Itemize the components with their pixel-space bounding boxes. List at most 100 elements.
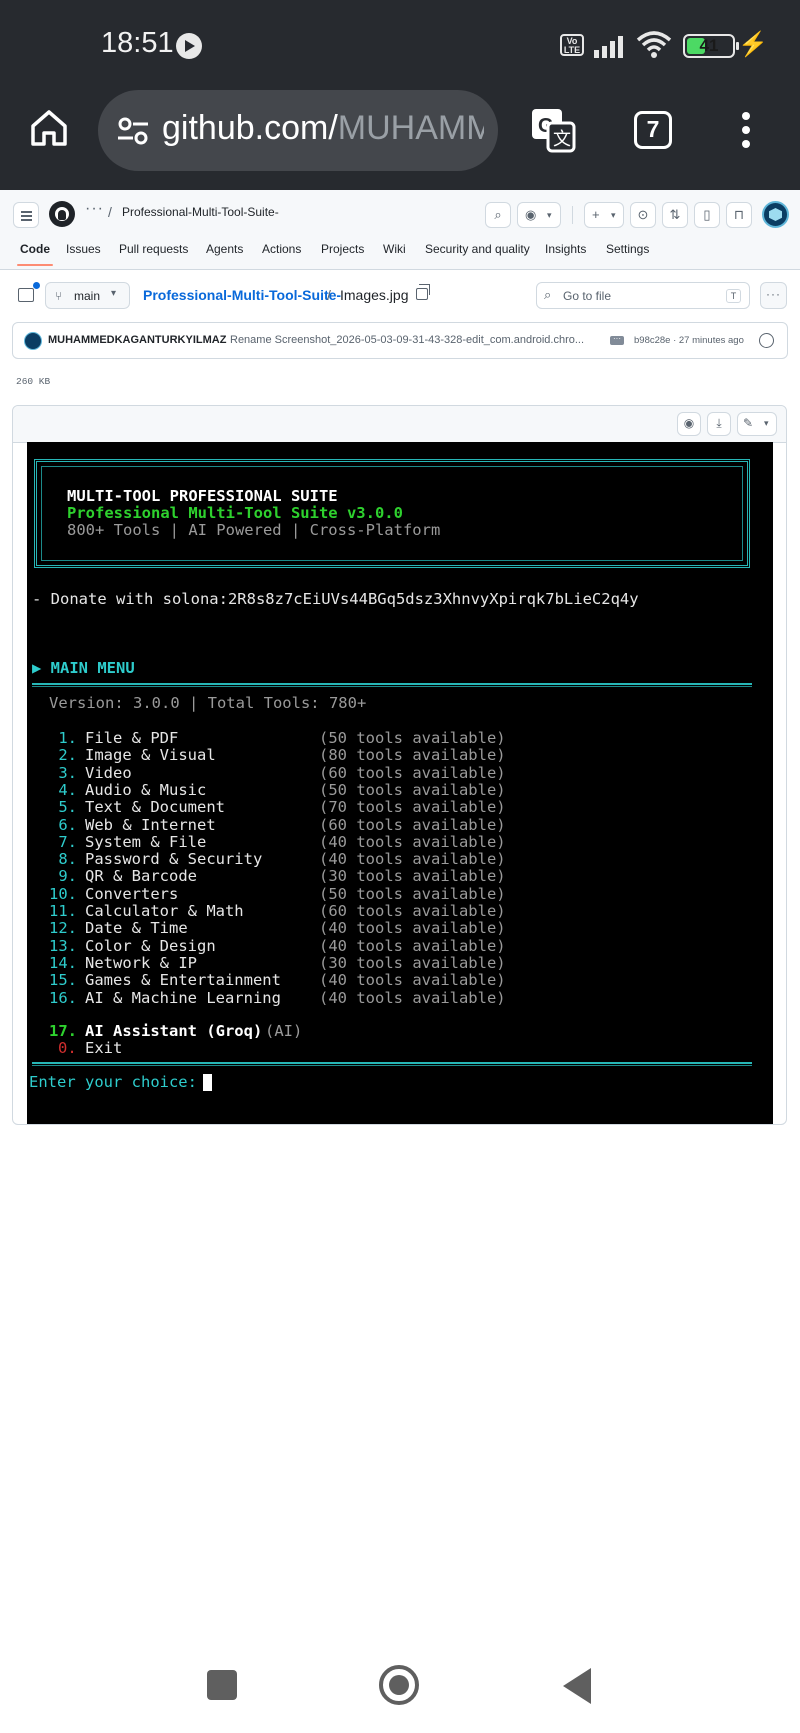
- menu-header: ▶ MAIN MENU: [32, 659, 135, 677]
- donate-line: - Donate with solona:2R8s8z7cEiUVs44BGq5…: [32, 590, 639, 608]
- menu-item-label: Games & Entertainment: [85, 971, 281, 990]
- breadcrumb-repo[interactable]: Professional-Multi-Tool-Suite-: [122, 205, 279, 219]
- translate-icon[interactable]: G 文: [530, 107, 576, 153]
- avatar[interactable]: [24, 332, 42, 350]
- menu-number: 4.: [49, 780, 77, 799]
- tab-code[interactable]: Code: [17, 242, 53, 266]
- menu-item-tool-count: (50 tools available): [319, 729, 506, 747]
- battery-icon: 41: [683, 34, 739, 58]
- menu-item-label: Network & IP: [85, 953, 197, 972]
- pull-requests-icon[interactable]: ⇅: [662, 202, 688, 228]
- commit-message[interactable]: Rename Screenshot_2026-05-03-09-31-43-32…: [230, 334, 606, 346]
- plus-icon: +: [592, 207, 600, 222]
- tab-projects[interactable]: Projects: [321, 242, 364, 256]
- status-time: 18:51: [101, 27, 174, 59]
- branch-selector[interactable]: ⑂ main ▾: [45, 282, 130, 309]
- tab-actions[interactable]: Actions: [262, 242, 301, 256]
- menu-item-label: Date & Time: [85, 919, 188, 938]
- avatar[interactable]: [762, 201, 789, 228]
- copilot-button[interactable]: ◉ ▾: [517, 202, 561, 228]
- viewer-toolbar: ◉ ⤓ ✎ ▾: [13, 406, 786, 443]
- banner-tagline: 800+ Tools | AI Powered | Cross-Platform: [67, 521, 441, 539]
- tab-security[interactable]: Security and quality: [425, 242, 530, 256]
- go-to-file-input[interactable]: [563, 289, 713, 303]
- history-icon[interactable]: [759, 333, 774, 348]
- menu-item-label: Web & Internet: [85, 815, 216, 834]
- menu-item-label: Calculator & Math: [85, 902, 244, 920]
- menu-item-tool-count: (40 tools available): [319, 850, 506, 869]
- menu-item-tool-count: (70 tools available): [319, 798, 506, 817]
- commit-author[interactable]: MUHAMMEDKAGANTURKYILMAZ: [48, 334, 226, 346]
- more-options-button[interactable]: ···: [760, 282, 787, 309]
- url-path: MUHAMM: [337, 109, 484, 147]
- banner-version: Professional Multi-Tool Suite v3.0.0: [67, 504, 403, 522]
- chevron-down-icon: ▾: [764, 418, 769, 428]
- search-icon: ⌕: [544, 287, 552, 302]
- menu-item-label: System & File: [85, 832, 207, 851]
- menu-item-label: AI & Machine Learning: [85, 988, 281, 1007]
- menu-item-tool-count: (40 tools available): [319, 919, 506, 938]
- url-text[interactable]: github.com/MUHAMM: [162, 109, 484, 148]
- text-cursor: [203, 1074, 212, 1091]
- commit-hash-time[interactable]: b98c28e · 27 minutes ago: [634, 335, 744, 346]
- terminal-image: MULTI-TOOL PROFESSIONAL SUITE Profession…: [27, 442, 773, 1124]
- home-button[interactable]: [379, 1665, 419, 1705]
- breadcrumb-overflow[interactable]: ···: [85, 200, 104, 218]
- tab-settings[interactable]: Settings: [606, 242, 649, 256]
- signal-icon: [594, 34, 628, 58]
- tab-agents[interactable]: Agents: [206, 242, 243, 256]
- menu-number: 0.: [58, 1039, 77, 1057]
- path-repo-link[interactable]: Professional-Multi-Tool-Suite-: [143, 287, 341, 303]
- tab-insights[interactable]: Insights: [545, 242, 586, 256]
- copilot-icon[interactable]: ◉: [677, 412, 701, 436]
- site-settings-icon[interactable]: [116, 114, 150, 148]
- svg-text:文: 文: [553, 129, 571, 149]
- inbox-icon[interactable]: ⊓: [726, 202, 752, 228]
- repositories-icon[interactable]: ▯: [694, 202, 720, 228]
- tab-pull-requests[interactable]: Pull requests: [119, 242, 188, 256]
- github-logo-icon[interactable]: [49, 201, 75, 227]
- ai-tag: (AI): [265, 1022, 303, 1040]
- menu-item-label: QR & Barcode: [85, 867, 197, 886]
- go-to-file-field[interactable]: ⌕ T: [536, 282, 750, 309]
- edit-button[interactable]: ✎ ▾: [737, 412, 777, 436]
- recents-button[interactable]: [207, 1670, 237, 1700]
- menu-number: 17.: [49, 1022, 77, 1040]
- menu-number: 13.: [49, 936, 77, 955]
- issues-icon[interactable]: ⊙: [630, 202, 656, 228]
- menu-item-tool-count: (30 tools available): [319, 867, 506, 886]
- search-button[interactable]: ⌕: [485, 202, 511, 228]
- copy-path-icon[interactable]: [416, 284, 430, 300]
- menu-divider: [32, 683, 752, 687]
- menu-number: 1.: [49, 729, 77, 747]
- menu-item-label: File & PDF: [85, 729, 179, 747]
- back-button[interactable]: [563, 1668, 591, 1704]
- home-icon[interactable]: [28, 107, 70, 149]
- menu-button[interactable]: [13, 202, 39, 228]
- version-line: Version: 3.0.0 | Total Tools: 780+: [49, 694, 367, 712]
- menu-number: 3.: [49, 763, 77, 782]
- choice-prompt: Enter your choice:: [29, 1073, 197, 1091]
- menu-number: 11.: [49, 902, 77, 920]
- menu-number: 12.: [49, 919, 77, 938]
- menu-item-tool-count: (50 tools available): [319, 780, 506, 799]
- url-bar[interactable]: github.com/MUHAMM: [98, 90, 498, 171]
- menu-item-tool-count: (60 tools available): [319, 815, 506, 834]
- browser-menu-icon[interactable]: [741, 110, 751, 150]
- breadcrumb-separator: /: [108, 204, 112, 220]
- expand-commit-icon[interactable]: ···: [610, 335, 624, 345]
- sidebar-toggle-icon[interactable]: [18, 282, 40, 302]
- tab-wiki[interactable]: Wiki: [383, 242, 406, 256]
- branch-icon: ⑂: [55, 289, 63, 303]
- menu-item-ai-assistant: AI Assistant (Groq): [85, 1022, 263, 1040]
- menu-number: 15.: [49, 971, 77, 990]
- menu-number: 7.: [49, 832, 77, 851]
- tab-issues[interactable]: Issues: [66, 242, 101, 256]
- tab-switcher-button[interactable]: 7: [634, 111, 672, 149]
- menu-item-label: Converters: [85, 884, 179, 903]
- wifi-icon: [636, 31, 672, 58]
- create-new-button[interactable]: + ▾: [584, 202, 624, 228]
- download-icon[interactable]: ⤓: [707, 412, 731, 436]
- file-size: 260 KB: [16, 376, 51, 387]
- menu-item-tool-count: (60 tools available): [319, 902, 506, 920]
